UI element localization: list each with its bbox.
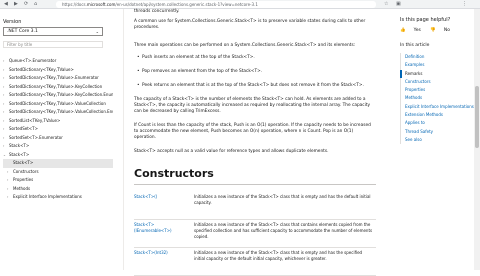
home-icon[interactable]: ⌂: [34, 1, 37, 8]
in-this-article-heading: In this article: [400, 43, 430, 48]
constructor-link[interactable]: Stack<T>(IEnumerable<T>): [134, 222, 190, 234]
sidebar-item[interactable]: › SortedDictionary<TKey,TValue>.ValueColl…: [3, 100, 113, 109]
sidebar-item-label: SortedDictionary<TKey,TValue>.ValueColle…: [9, 109, 113, 114]
sidebar-item-label: Stack<T>: [9, 151, 30, 157]
scrollbar-thumb[interactable]: [475, 86, 479, 148]
chevron-down-icon: ⌄: [95, 29, 99, 34]
sidebar-item-label: Constructors: [13, 168, 39, 174]
sidebar-item[interactable]: › SortedDictionary<TKey,TValue>.KeyCollec…: [3, 91, 113, 100]
article-paragraph: A common use for System.Collections.Gene…: [134, 19, 366, 31]
constructor-link[interactable]: Stack<T>(Int32): [134, 250, 190, 256]
sidebar-item[interactable]: Stack<T>: [3, 159, 113, 168]
sidebar-item-label: Methods: [13, 185, 31, 191]
toc-link[interactable]: Methods: [401, 94, 478, 102]
sidebar-tree: › Queue<T>.Enumerator › SortedDictionary<TK…: [3, 57, 113, 202]
browser-toolbar: ◀ ▶ ⟳ ⌂ https://docs.microsoft.com/en-us…: [0, 0, 480, 9]
sidebar-item[interactable]: › SortedDictionary<TKey,TValue>.KeyCollec…: [3, 83, 113, 92]
sidebar-divider: [123, 9, 124, 270]
article-content: threads concurrently. A common use for S…: [134, 9, 382, 276]
sidebar-item-label: Queue<T>.Enumerator: [9, 58, 57, 63]
url-host: microsoft.com: [86, 2, 116, 7]
toc-link[interactable]: Applies to: [401, 119, 478, 127]
sidebar-item[interactable]: › SortedList<TKey,TValue>: [3, 117, 113, 126]
sidebar-item-label: SortedSet<T>: [9, 126, 38, 131]
toc-link[interactable]: Examples: [401, 61, 478, 69]
sidebar: Version .NET Core 3.1 ⌄ Filter by title …: [0, 9, 114, 270]
sidebar-item[interactable]: › Stack<T>: [3, 142, 113, 151]
version-label: Version: [3, 19, 22, 25]
sidebar-item-label: SortedDictionary<TKey,TValue>.Enumerator: [9, 75, 99, 80]
url-prefix: https://docs.: [62, 2, 87, 7]
toc-link[interactable]: Definition: [401, 53, 478, 61]
feedback-buttons: 👍 Yes 👎 No: [400, 28, 458, 33]
list-item: Peek returns an element that is at the t…: [137, 83, 376, 89]
feedback-question: Is this page helpful?: [400, 17, 451, 23]
yes-button[interactable]: Yes: [414, 28, 421, 33]
article-paragraph: Stack<T> accepts null as a valid value f…: [134, 149, 329, 154]
constructor-link[interactable]: Stack<T>(): [134, 194, 190, 200]
refresh-icon[interactable]: ⟳: [24, 1, 28, 8]
sidebar-item-label: SortedSet<T>.Enumerator: [9, 134, 63, 140]
right-rail: Is this page helpful? 👍 Yes 👎 No In this a…: [398, 9, 480, 270]
toc-link[interactable]: Properties: [401, 86, 478, 94]
table-row: Stack<T>(Int32) Initializes a new instan…: [134, 248, 376, 276]
sidebar-item[interactable]: › SortedDictionary<TKey,TValue>: [3, 66, 113, 75]
star-icon[interactable]: ☆: [384, 1, 388, 8]
divider: [134, 184, 376, 185]
sidebar-item-label: SortedList<TKey,TValue>: [9, 117, 61, 123]
sidebar-item[interactable]: › Queue<T>.Enumerator: [3, 57, 113, 66]
menu-icon[interactable]: ⋮: [462, 1, 467, 8]
constructor-description: Initializes a new instance of the Stack<…: [194, 194, 371, 205]
address-bar[interactable]: https://docs.microsoft.com/en-us/dotnet/…: [56, 1, 376, 8]
constructor-description: Initializes a new instance of the Stack<…: [194, 250, 363, 261]
toc-link[interactable]: Remarks: [400, 69, 478, 78]
sidebar-item-label: SortedDictionary<TKey,TValue>.ValueColle…: [9, 100, 106, 106]
version-select[interactable]: .NET Core 3.1 ⌄: [3, 27, 103, 36]
sidebar-item-label: Explicit Interface Implementations: [13, 194, 82, 199]
sidebar-item[interactable]: ⌄ Stack<T>: [3, 151, 113, 160]
sidebar-item-label: Stack<T>: [13, 160, 34, 165]
sidebar-item[interactable]: › SortedSet<T>: [3, 125, 113, 134]
sidebar-item-label: SortedDictionary<TKey,TValue>.KeyCollect…: [9, 92, 113, 97]
sidebar-item[interactable]: › SortedDictionary<TKey,TValue>.ValueColl…: [3, 108, 113, 117]
constructors-table: Stack<T>() Initializes a new instance of…: [134, 192, 376, 276]
sidebar-item[interactable]: › Properties: [3, 176, 113, 185]
toc-link[interactable]: Explicit Interface Implementations: [401, 103, 478, 111]
no-button[interactable]: No: [444, 28, 450, 33]
article-paragraph: Three main operations can be performed o…: [134, 43, 356, 48]
toc-link[interactable]: See also: [401, 136, 478, 144]
sidebar-item[interactable]: › Methods: [3, 185, 113, 194]
toc-link[interactable]: Thread Safety: [401, 128, 478, 136]
thumbs-down-icon[interactable]: 👎: [430, 28, 436, 33]
version-value: .NET Core 3.1: [7, 29, 38, 34]
filter-input[interactable]: Filter by title: [3, 41, 103, 48]
article-paragraph: The capacity of a Stack<T> is the number…: [134, 97, 371, 115]
sidebar-item-label: SortedDictionary<TKey,TValue>: [9, 66, 74, 72]
thumbs-up-icon[interactable]: 👍: [400, 28, 406, 33]
sidebar-item-label: Properties: [13, 177, 34, 182]
toc-link[interactable]: Extension Methods: [401, 111, 478, 119]
arrow-left-icon[interactable]: ◀: [4, 1, 8, 8]
sidebar-item[interactable]: › SortedSet<T>.Enumerator: [3, 134, 113, 143]
sidebar-item[interactable]: › Explicit Interface Implementations: [3, 193, 113, 202]
sidebar-item-label: Stack<T>: [9, 143, 30, 148]
constructor-description: Initializes a new instance of the Stack<…: [194, 222, 373, 239]
article-paragraph: If Count is less than the capacity of th…: [134, 123, 371, 141]
arrow-right-icon[interactable]: ▶: [14, 1, 18, 8]
sidebar-item-label: SortedDictionary<TKey,TValue>.KeyCollect…: [9, 83, 103, 89]
article-paragraph: threads concurrently.: [134, 9, 180, 14]
table-row: Stack<T>() Initializes a new instance of…: [134, 192, 376, 220]
list-item: Pop removes an element from the top of t…: [137, 69, 376, 75]
toc-link[interactable]: Constructors: [401, 78, 478, 86]
list-item: Push inserts an element at the top of th…: [137, 55, 376, 61]
table-of-contents: Definition Examples Remarks Constructors Pro…: [400, 53, 478, 145]
section-heading: Constructors: [134, 167, 214, 180]
sidebar-item[interactable]: › Constructors: [3, 168, 113, 177]
url-path: /en-us/dotnet/api/system.collections.gen…: [115, 2, 258, 7]
sidebar-item[interactable]: › SortedDictionary<TKey,TValue>.Enumerato…: [3, 74, 113, 83]
extension-icon[interactable]: ▣: [396, 1, 401, 8]
table-row: Stack<T>(IEnumerable<T>) Initializes a n…: [134, 220, 376, 248]
